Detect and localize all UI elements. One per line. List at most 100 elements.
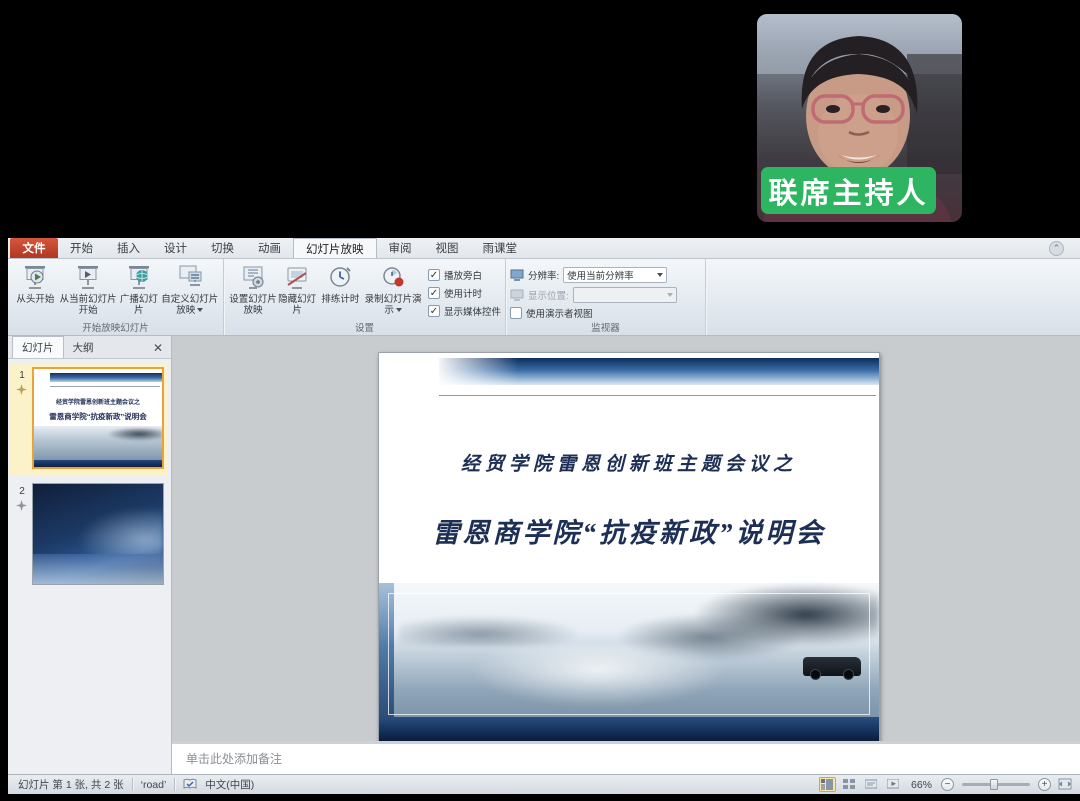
tab-slideshow[interactable]: 幻灯片放映 (293, 238, 377, 258)
notes-placeholder[interactable]: 单击此处添加备注 (172, 744, 1080, 767)
show-media-controls-checkbox[interactable]: ✓ 显示媒体控件 (428, 304, 501, 318)
thumbnail-2-preview (32, 483, 164, 585)
tab-insert[interactable]: 插入 (105, 238, 152, 258)
tab-home[interactable]: 开始 (58, 238, 105, 258)
photo-car (803, 657, 861, 676)
from-beginning-button[interactable]: 从头开始 (12, 262, 59, 320)
thumb-title-line1: 经贸学院雷恩创新班主题会议之 (34, 397, 162, 406)
fit-to-window-icon[interactable] (1058, 778, 1072, 791)
normal-view-button[interactable] (819, 777, 836, 792)
thumb2-water (33, 554, 163, 584)
slide-bottom-band (379, 717, 879, 741)
webcam-video-tile: 联席主持人 (757, 14, 962, 222)
tab-view[interactable]: 视图 (424, 238, 471, 258)
cohost-name-badge: 联席主持人 (761, 167, 936, 214)
slideshow-view-button[interactable] (885, 777, 902, 792)
slide-editor-area: 经贸学院雷恩创新班主题会议之 雷恩商学院“抗疫新政”说明会 (172, 336, 1080, 741)
record-icon (380, 264, 406, 292)
slide-thumbnail-1-selected[interactable]: 1 经贸学院雷恩创新班主题会议之 雷恩商学院“抗疫新政”说明会 (10, 364, 168, 476)
checkbox-checked-icon: ✓ (428, 305, 440, 317)
slide-subtitle-text[interactable]: 经贸学院雷恩创新班主题会议之 (379, 449, 879, 476)
tab-file[interactable]: 文件 (10, 238, 58, 258)
zoom-in-button[interactable]: + (1038, 778, 1051, 791)
photo-hills (399, 616, 579, 646)
group-label-monitors: 监视器 (506, 320, 705, 334)
thumb-bottom-band (34, 460, 162, 467)
status-divider (132, 778, 133, 791)
presenter-view-checkbox[interactable]: 使用演示者视图 (510, 306, 701, 320)
notes-pane[interactable]: 单击此处添加备注 (172, 741, 1080, 774)
group-set-up: 设置幻灯片放映 隐藏幻灯片 (224, 259, 506, 335)
dropdown-arrow-icon (396, 308, 402, 312)
slides-panel: 幻灯片 大纲 ✕ 1 经贸学院雷恩创新班主题会议之 雷恩商学院“抗疫新政”说明会… (8, 336, 172, 774)
resolution-dropdown[interactable]: 使用当前分辨率 (563, 267, 667, 283)
show-on-monitor-icon (510, 289, 524, 301)
resolution-icon (510, 269, 524, 281)
set-up-slideshow-button[interactable]: 设置幻灯片放映 (228, 262, 278, 320)
hide-slide-icon (284, 264, 310, 292)
language-status[interactable]: 中文(中国) (205, 777, 254, 792)
animation-star-icon[interactable] (16, 500, 27, 511)
dropdown-arrow-icon (667, 293, 673, 297)
tab-design[interactable]: 设计 (152, 238, 199, 258)
slide-sorter-view-button[interactable] (841, 777, 858, 792)
close-panel-icon[interactable]: ✕ (151, 341, 165, 355)
zoom-out-button[interactable]: − (941, 778, 954, 791)
thumb-landscape (34, 426, 162, 460)
zoom-percentage[interactable]: 66% (911, 779, 932, 791)
animation-star-icon[interactable] (16, 384, 27, 395)
slide-landscape-photo (379, 583, 879, 721)
from-current-slide-button[interactable]: 从当前幻灯片开始 (59, 262, 118, 320)
rehearse-clock-icon (327, 264, 353, 292)
record-slideshow-button[interactable]: 录制幻灯片演示 (364, 262, 422, 320)
minimize-ribbon-icon[interactable]: ⌃ (1049, 241, 1064, 256)
slide-number: 1 (16, 370, 28, 381)
rehearse-timings-button[interactable]: 排练计时 (316, 262, 364, 320)
panel-tab-outline[interactable]: 大纲 (64, 337, 103, 358)
show-on-dropdown (573, 287, 677, 303)
status-divider (174, 778, 175, 791)
play-narrations-checkbox[interactable]: ✓ 播放旁白 (428, 268, 501, 282)
zoom-slider[interactable] (962, 783, 1030, 786)
zoom-slider-thumb[interactable] (990, 779, 998, 790)
thumbnail-1-preview: 经贸学院雷恩创新班主题会议之 雷恩商学院“抗疫新政”说明会 (32, 367, 164, 469)
ribbon-tab-bar: 文件 开始 插入 设计 切换 动画 幻灯片放映 审阅 视图 雨课堂 ⌃ (8, 238, 1080, 259)
projector-current-icon (75, 264, 101, 292)
panel-tabs: 幻灯片 大纲 ✕ (8, 336, 171, 359)
photo-left-edge (379, 583, 394, 721)
broadcast-globe-icon (126, 264, 152, 292)
slide-canvas[interactable]: 经贸学院雷恩创新班主题会议之 雷恩商学院“抗疫新政”说明会 (378, 352, 880, 742)
checkbox-checked-icon: ✓ (428, 287, 440, 299)
slide-count-status: 幻灯片 第 1 张, 共 2 张 (18, 777, 124, 792)
spellcheck-icon[interactable] (183, 778, 197, 791)
resolution-row: 分辨率: 使用当前分辨率 (510, 266, 701, 283)
thumb-title-line2: 雷恩商学院“抗疫新政”说明会 (34, 411, 162, 422)
slide-number: 2 (16, 486, 28, 497)
screen-share-stage: 联席主持人 文件 开始 插入 设计 切换 动画 幻灯片放映 审阅 视图 雨课堂 … (0, 0, 1080, 801)
reading-view-button[interactable] (863, 777, 880, 792)
use-timings-checkbox[interactable]: ✓ 使用计时 (428, 286, 501, 300)
tab-rain-classroom[interactable]: 雨课堂 (471, 238, 530, 258)
status-bar: 幻灯片 第 1 张, 共 2 张 ‘road’ 中文(中国) 66% (8, 774, 1080, 794)
slide-header-divider (439, 395, 876, 396)
slide-title-text[interactable]: 雷恩商学院“抗疫新政”说明会 (379, 511, 879, 550)
hide-slide-button[interactable]: 隐藏幻灯片 (278, 262, 316, 320)
custom-slideshow-button[interactable]: 自定义幻灯片放映 (160, 262, 219, 320)
tab-animations[interactable]: 动画 (246, 238, 293, 258)
tab-transitions[interactable]: 切换 (199, 238, 246, 258)
checkbox-checked-icon: ✓ (428, 269, 440, 281)
slide-header-band (439, 358, 879, 385)
dropdown-arrow-icon (657, 273, 663, 277)
dropdown-arrow-icon (197, 308, 203, 312)
custom-show-icon (177, 264, 203, 292)
theme-name-status: ‘road’ (141, 779, 167, 791)
photo-water-sheen (469, 645, 729, 707)
group-start-slideshow: 从头开始 从当前幻灯片开始 (8, 259, 224, 335)
panel-tab-slides[interactable]: 幻灯片 (12, 336, 64, 358)
tab-review[interactable]: 审阅 (377, 238, 424, 258)
setup-show-icon (240, 264, 266, 292)
checkbox-unchecked-icon (510, 307, 522, 319)
slide-thumbnail-2[interactable]: 2 (10, 480, 168, 592)
projector-play-icon (22, 264, 48, 292)
broadcast-slideshow-button[interactable]: 广播幻灯片 (117, 262, 160, 320)
